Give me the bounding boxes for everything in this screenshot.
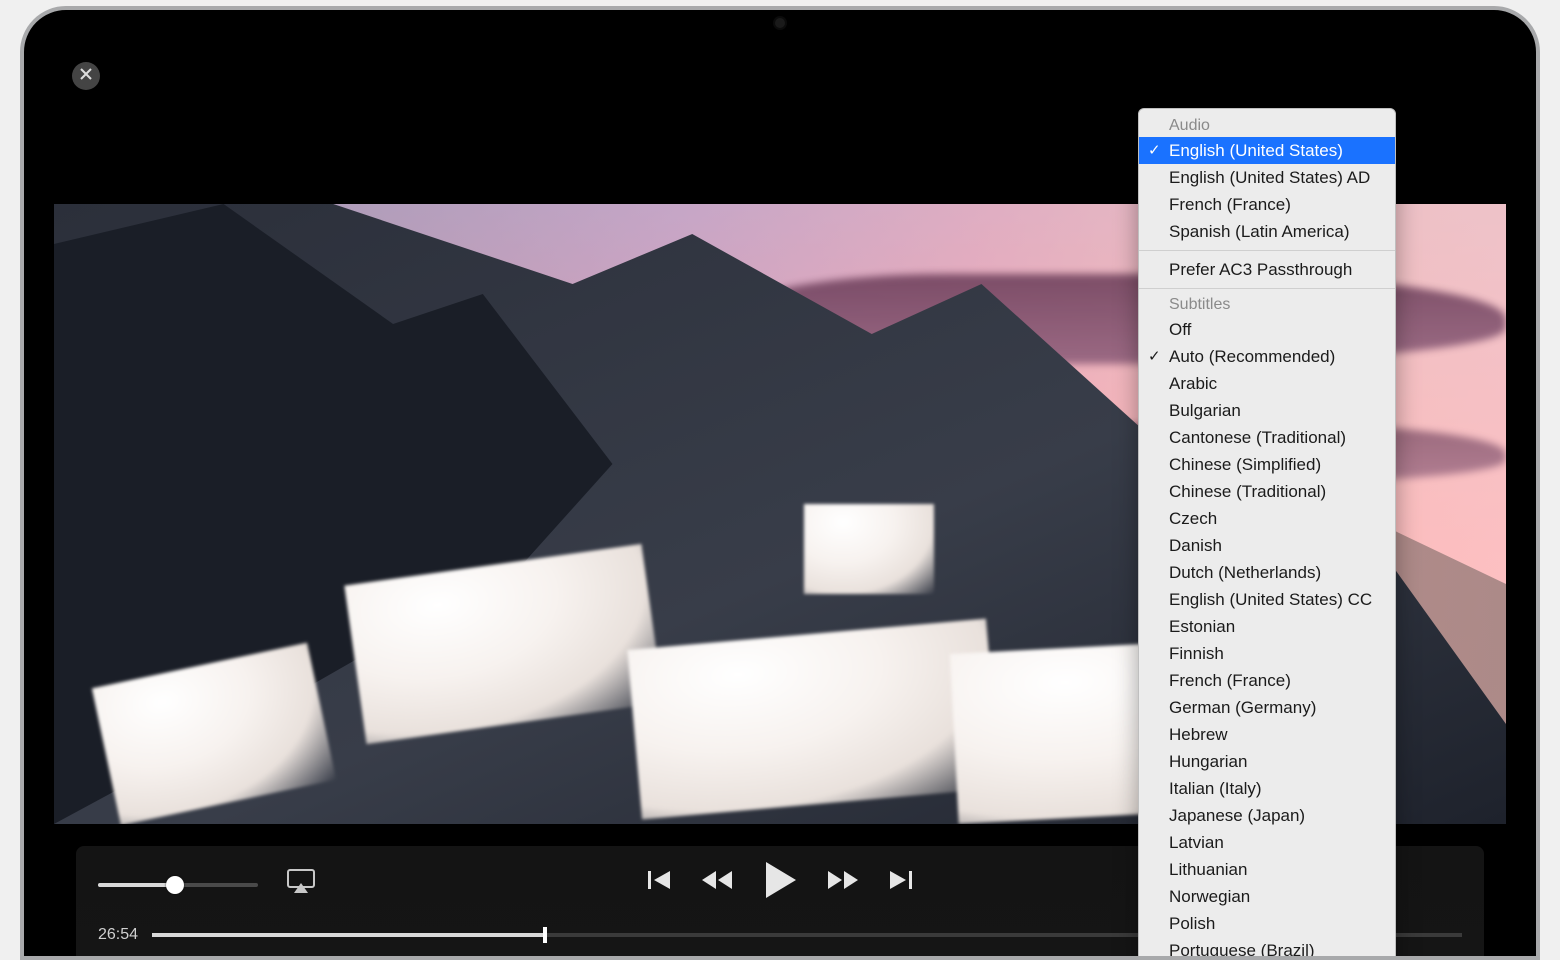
subtitle-option[interactable]: Japanese (Japan) [1139, 802, 1395, 829]
subtitle-option[interactable]: Finnish [1139, 640, 1395, 667]
menu-item-label: French (France) [1169, 195, 1291, 214]
menu-item-label: Estonian [1169, 617, 1235, 636]
transport-controls [646, 860, 914, 905]
subtitle-option[interactable]: Chinese (Traditional) [1139, 478, 1395, 505]
menu-item-label: English (United States) AD [1169, 168, 1370, 187]
snow-patch [804, 504, 934, 594]
volume-track [98, 883, 258, 887]
subtitle-option[interactable]: Lithuanian [1139, 856, 1395, 883]
subtitle-option[interactable]: Chinese (Simplified) [1139, 451, 1395, 478]
subtitles-section-header: Subtitles [1139, 294, 1395, 316]
subtitle-option[interactable]: Norwegian [1139, 883, 1395, 910]
rewind-icon [700, 867, 734, 898]
menu-item-label: Danish [1169, 536, 1222, 555]
subtitle-option[interactable]: Hebrew [1139, 721, 1395, 748]
elapsed-time: 26:54 [98, 926, 138, 944]
menu-item-label: Hebrew [1169, 725, 1228, 744]
audio-option[interactable]: French (France) [1139, 191, 1395, 218]
menu-item-label: Chinese (Traditional) [1169, 482, 1326, 501]
menu-item-label: Italian (Italy) [1169, 779, 1262, 798]
menu-item-label: English (United States) CC [1169, 590, 1372, 609]
menu-separator [1139, 250, 1395, 251]
subtitle-option[interactable]: Bulgarian [1139, 397, 1395, 424]
skip-back-icon [646, 867, 672, 898]
menu-item-label: Czech [1169, 509, 1217, 528]
audio-option[interactable]: Spanish (Latin America) [1139, 218, 1395, 245]
menu-item-label: German (Germany) [1169, 698, 1316, 717]
prefer-ac3-option[interactable]: Prefer AC3 Passthrough [1139, 256, 1395, 283]
subtitle-option[interactable]: Czech [1139, 505, 1395, 532]
menu-item-label: Off [1169, 320, 1191, 339]
player-screen: 26:54 Audio ✓ English (United States) Engl… [54, 44, 1506, 956]
airplay-button[interactable] [286, 868, 316, 894]
menu-item-label: Polish [1169, 914, 1215, 933]
audio-option[interactable]: ✓ English (United States) [1139, 137, 1395, 164]
volume-fill [98, 883, 175, 887]
audio-option[interactable]: English (United States) AD [1139, 164, 1395, 191]
menu-item-label: Prefer AC3 Passthrough [1169, 260, 1352, 279]
check-icon: ✓ [1148, 346, 1161, 368]
fast-forward-icon [826, 867, 860, 898]
progress-fill [152, 933, 545, 937]
rewind-button[interactable] [700, 867, 734, 898]
camera-dot [775, 18, 785, 28]
subtitle-option[interactable]: French (France) [1139, 667, 1395, 694]
subtitle-option[interactable]: Italian (Italy) [1139, 775, 1395, 802]
menu-separator [1139, 288, 1395, 289]
volume-slider[interactable] [98, 876, 258, 894]
subtitle-option[interactable]: Danish [1139, 532, 1395, 559]
menu-item-label: Lithuanian [1169, 860, 1247, 879]
audio-subtitles-menu[interactable]: Audio ✓ English (United States) English (U… [1138, 108, 1396, 960]
fast-forward-button[interactable] [826, 867, 860, 898]
next-track-button[interactable] [888, 867, 914, 898]
progress-knob[interactable] [543, 927, 547, 943]
menu-item-label: Latvian [1169, 833, 1224, 852]
menu-item-label: Spanish (Latin America) [1169, 222, 1349, 241]
subtitle-option[interactable]: Cantonese (Traditional) [1139, 424, 1395, 451]
subtitle-option[interactable]: Off [1139, 316, 1395, 343]
menu-item-label: Dutch (Netherlands) [1169, 563, 1321, 582]
subtitle-option[interactable]: Arabic [1139, 370, 1395, 397]
subtitle-option[interactable]: Latvian [1139, 829, 1395, 856]
menu-item-label: Auto (Recommended) [1169, 347, 1335, 366]
menu-item-label: Chinese (Simplified) [1169, 455, 1321, 474]
laptop-bezel: 26:54 Audio ✓ English (United States) Engl… [20, 6, 1540, 960]
subtitle-option[interactable]: English (United States) CC [1139, 586, 1395, 613]
menu-item-label: Arabic [1169, 374, 1217, 393]
check-icon: ✓ [1148, 140, 1161, 162]
subtitle-option[interactable]: Portuguese (Brazil) [1139, 937, 1395, 960]
play-button[interactable] [762, 860, 798, 905]
close-button[interactable] [72, 62, 100, 90]
menu-item-label: English (United States) [1169, 141, 1343, 160]
menu-item-label: Hungarian [1169, 752, 1247, 771]
prev-track-button[interactable] [646, 867, 672, 898]
subtitle-option[interactable]: Polish [1139, 910, 1395, 937]
menu-item-label: French (France) [1169, 671, 1291, 690]
subtitle-option[interactable]: Estonian [1139, 613, 1395, 640]
play-icon [762, 860, 798, 905]
close-icon [79, 67, 93, 86]
skip-forward-icon [888, 867, 914, 898]
audio-section-header: Audio [1139, 115, 1395, 137]
subtitle-option[interactable]: Hungarian [1139, 748, 1395, 775]
menu-item-label: Cantonese (Traditional) [1169, 428, 1346, 447]
menu-item-label: Bulgarian [1169, 401, 1241, 420]
volume-knob[interactable] [166, 876, 184, 894]
airplay-icon [286, 881, 316, 898]
subtitle-option[interactable]: Dutch (Netherlands) [1139, 559, 1395, 586]
menu-item-label: Portuguese (Brazil) [1169, 941, 1315, 960]
snow-patch [627, 619, 1000, 820]
menu-item-label: Norwegian [1169, 887, 1250, 906]
menu-item-label: Japanese (Japan) [1169, 806, 1305, 825]
subtitle-option[interactable]: ✓ Auto (Recommended) [1139, 343, 1395, 370]
menu-item-label: Finnish [1169, 644, 1224, 663]
subtitle-option[interactable]: German (Germany) [1139, 694, 1395, 721]
